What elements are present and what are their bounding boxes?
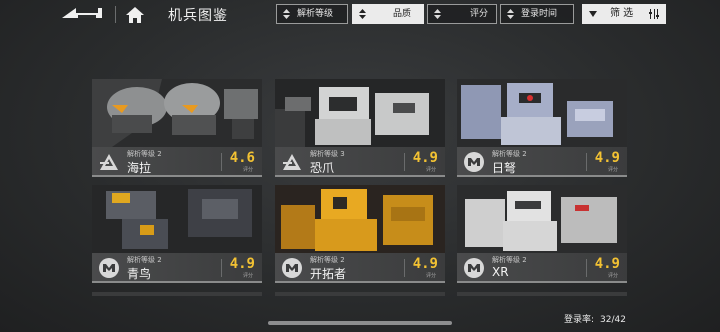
home-icon[interactable] [124, 5, 146, 25]
top-bar: 机兵图鉴 解析等级 品质 评分 登录时间 筛 选 [0, 0, 720, 30]
score-label: 评分 [242, 273, 253, 279]
next-row-card-edge [92, 292, 262, 296]
dropdown-triangle-icon [589, 11, 597, 17]
mech-name: 日弩 [492, 161, 517, 175]
login-rate: 登录率: 32/42 [564, 312, 626, 325]
mech-art-image [92, 79, 262, 147]
analysis-level: 解析等级 2 [492, 150, 527, 158]
sort-arrows-icon [359, 9, 366, 19]
mech-score: 4.9 [594, 256, 620, 272]
sort-by-login-time-button[interactable]: 登录时间 [500, 4, 574, 24]
score-divider [221, 153, 222, 171]
m-emblem-icon [282, 258, 302, 278]
score-divider [404, 153, 405, 171]
mech-name: 青鸟 [127, 267, 152, 281]
analysis-level: 解析等级 2 [127, 256, 162, 264]
mech-score: 4.9 [594, 150, 620, 166]
analysis-level: 解析等级 3 [310, 150, 345, 158]
mech-score: 4.9 [412, 256, 438, 272]
card-info-bar: 解析等级 2 日弩 4.9 评分 [457, 147, 627, 177]
page-title: 机兵图鉴 [168, 8, 228, 24]
mech-name: 恐爪 [310, 161, 335, 175]
a-emblem-icon [100, 154, 118, 170]
score-divider [586, 259, 587, 277]
mech-card[interactable]: 解析等级 2 青鸟 4.9 评分 [92, 185, 262, 283]
sort-arrows-icon [283, 9, 290, 19]
sort-by-quality-button[interactable]: 品质 [352, 4, 424, 24]
sort-arrows-icon [434, 9, 441, 19]
card-info-bar: 解析等级 2 开拓者 4.9 评分 [275, 253, 445, 283]
score-label: 评分 [607, 273, 618, 279]
mech-art-image [275, 185, 445, 253]
score-label: 评分 [425, 167, 436, 173]
score-label: 评分 [242, 167, 253, 173]
mech-art-image [275, 79, 445, 147]
m-emblem-icon [464, 258, 484, 278]
score-divider [404, 259, 405, 277]
card-info-bar: 解析等级 2 青鸟 4.9 评分 [92, 253, 262, 283]
analysis-level: 解析等级 2 [310, 256, 345, 264]
login-rate-value: 32/42 [600, 315, 626, 325]
mech-score: 4.6 [229, 150, 255, 166]
mech-card[interactable]: 解析等级 2 海拉 4.6 评分 [92, 79, 262, 177]
card-info-bar: 解析等级 2 XR 4.9 评分 [457, 253, 627, 283]
home-indicator[interactable] [268, 321, 452, 325]
mech-name: XR [492, 265, 509, 279]
analysis-level: 解析等级 2 [492, 256, 527, 264]
sort-by-score-button[interactable]: 评分 [427, 4, 497, 24]
analysis-level: 解析等级 2 [127, 150, 162, 158]
mech-card[interactable]: 解析等级 3 恐爪 4.9 评分 [275, 79, 445, 177]
card-info-bar: 解析等级 2 海拉 4.6 评分 [92, 147, 262, 177]
sort-by-level-button[interactable]: 解析等级 [276, 4, 348, 24]
score-divider [221, 259, 222, 277]
m-emblem-icon [464, 152, 484, 172]
mech-name: 开拓者 [310, 267, 347, 281]
card-info-bar: 解析等级 3 恐爪 4.9 评分 [275, 147, 445, 177]
mech-art-image [457, 79, 627, 147]
next-row-card-edge [275, 292, 445, 296]
mech-score: 4.9 [412, 150, 438, 166]
mech-art-image [92, 185, 262, 253]
score-divider [586, 153, 587, 171]
login-rate-label: 登录率: [564, 315, 595, 325]
back-arrow-icon[interactable] [58, 4, 106, 24]
a-emblem-icon [283, 154, 301, 170]
mech-score: 4.9 [229, 256, 255, 272]
score-label: 评分 [607, 167, 618, 173]
score-label: 评分 [425, 273, 436, 279]
mech-name: 海拉 [127, 161, 152, 175]
mech-art-image [457, 185, 627, 253]
header-divider [115, 6, 116, 23]
mech-card[interactable]: 解析等级 2 开拓者 4.9 评分 [275, 185, 445, 283]
filter-button[interactable]: 筛 选 [582, 4, 666, 24]
next-row-card-edge [457, 292, 627, 296]
m-emblem-icon [99, 258, 119, 278]
filter-lines-icon [649, 9, 659, 19]
sort-arrows-icon [507, 9, 514, 19]
mech-card[interactable]: 解析等级 2 XR 4.9 评分 [457, 185, 627, 283]
mech-card[interactable]: 解析等级 2 日弩 4.9 评分 [457, 79, 627, 177]
